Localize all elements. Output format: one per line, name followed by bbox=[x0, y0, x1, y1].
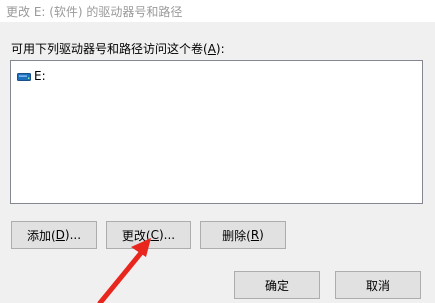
change-button[interactable]: 更改(C)... bbox=[106, 221, 191, 249]
cancel-button[interactable]: 取消 bbox=[335, 271, 421, 299]
ok-button[interactable]: 确定 bbox=[234, 271, 320, 299]
change-button-suffix: )... bbox=[158, 228, 176, 242]
volume-paths-label-suffix: ): bbox=[215, 42, 225, 56]
title-bar: 更改 E: (软件) 的驱动器号和路径 bbox=[0, 0, 435, 22]
add-button-suffix: )... bbox=[64, 228, 82, 242]
delete-button-suffix: ) bbox=[259, 228, 264, 242]
delete-button-hotkey: R bbox=[250, 228, 260, 242]
delete-button-label: 删除( bbox=[222, 228, 251, 243]
add-button-hotkey: D bbox=[55, 228, 65, 242]
list-item[interactable]: E: bbox=[17, 69, 46, 83]
window-title: 更改 E: (软件) 的驱动器号和路径 bbox=[6, 5, 183, 19]
drive-path-list[interactable]: E: bbox=[10, 60, 423, 204]
change-button-label: 更改( bbox=[121, 228, 151, 243]
volume-paths-label-hotkey: A bbox=[207, 42, 216, 56]
annotation-arrow-shaft bbox=[97, 245, 148, 303]
volume-paths-label-text: 可用下列驱动器号和路径访问这个卷( bbox=[11, 42, 208, 56]
change-button-hotkey: C bbox=[150, 228, 159, 242]
add-button[interactable]: 添加(D)... bbox=[11, 221, 97, 249]
drive-icon bbox=[17, 71, 31, 81]
drive-letter-label: E: bbox=[34, 69, 46, 83]
volume-paths-label: 可用下列驱动器号和路径访问这个卷(A): bbox=[11, 40, 225, 57]
add-button-label: 添加( bbox=[26, 228, 56, 243]
delete-button[interactable]: 删除(R) bbox=[200, 221, 286, 249]
